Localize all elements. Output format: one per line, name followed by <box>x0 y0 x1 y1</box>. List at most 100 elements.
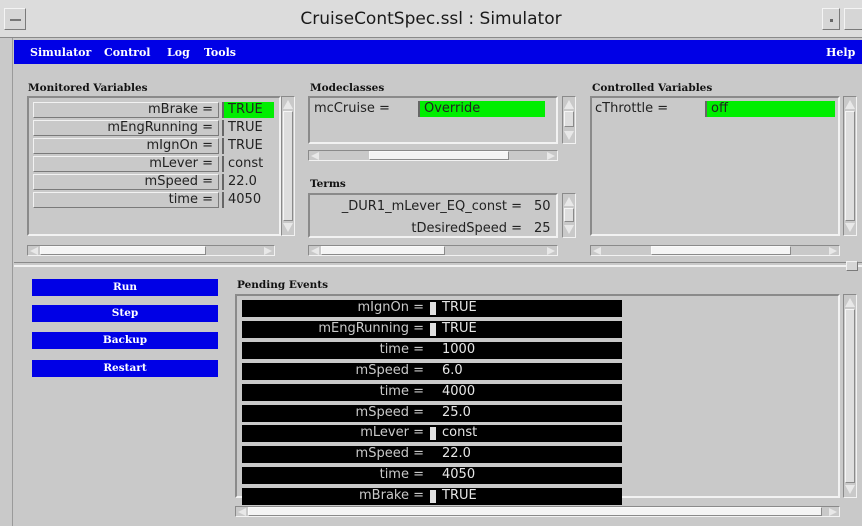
monitored-vertical-scrollbar[interactable] <box>281 96 295 236</box>
scroll-up-icon[interactable] <box>283 100 293 109</box>
menu-bar: Simulator Control Log Tools Help <box>14 40 862 64</box>
controlled-variables-label: Controlled Variables <box>592 82 713 94</box>
menu-tools[interactable]: Tools <box>204 46 236 59</box>
term-value: 50 <box>534 199 551 214</box>
scroll-up-icon[interactable] <box>845 100 855 109</box>
pending-event-value: 25.0 <box>442 404 471 420</box>
pending-horizontal-scrollbar[interactable] <box>235 506 840 517</box>
monitored-var-name: mEngRunning = <box>33 120 219 136</box>
pending-event-value: 4000 <box>442 383 476 399</box>
term-value: 25 <box>534 221 551 236</box>
scroll-thumb[interactable] <box>845 111 855 221</box>
scroll-up-icon[interactable] <box>845 298 855 307</box>
menu-simulator[interactable]: Simulator <box>30 46 91 59</box>
scroll-right-icon[interactable] <box>829 508 837 516</box>
scroll-right-icon[interactable] <box>829 247 837 255</box>
scroll-left-icon[interactable] <box>238 508 246 516</box>
pending-event-row[interactable]: time = 4050 <box>242 467 622 485</box>
pending-event-row[interactable]: mSpeed = 25.0 <box>242 404 622 422</box>
pending-event-row[interactable]: mSpeed = 22.0 <box>242 446 622 464</box>
scroll-right-icon[interactable] <box>547 152 555 160</box>
pending-events-label: Pending Events <box>237 279 329 291</box>
pending-event-value: 4050 <box>442 467 476 483</box>
menu-control[interactable]: Control <box>104 46 150 59</box>
scroll-down-icon[interactable] <box>564 225 574 234</box>
pending-event-name: mSpeed = <box>355 446 424 462</box>
pending-event-value: 6.0 <box>442 362 463 378</box>
monitored-var-name: mLever = <box>33 156 219 172</box>
monitored-var-name: time = <box>33 192 219 208</box>
minimize-button[interactable] <box>822 8 840 30</box>
pending-event-name: time = <box>379 383 424 399</box>
run-button[interactable]: Run <box>32 279 218 296</box>
scroll-thumb[interactable] <box>40 246 206 255</box>
step-button[interactable]: Step <box>32 305 218 322</box>
scroll-right-icon[interactable] <box>547 247 555 255</box>
scroll-thumb[interactable] <box>564 208 574 222</box>
modeclasses-horizontal-scrollbar[interactable] <box>308 150 558 161</box>
monitored-var-value: TRUE <box>222 102 274 118</box>
pending-event-name: mBrake = <box>359 488 424 504</box>
scroll-left-icon[interactable] <box>30 247 38 255</box>
pending-event-row[interactable]: mIgnOn = TRUE <box>242 300 622 317</box>
pending-event-value: 1000 <box>442 341 476 357</box>
scroll-up-icon[interactable] <box>564 100 574 109</box>
scroll-left-icon[interactable] <box>311 247 319 255</box>
pending-event-name: time = <box>379 467 424 483</box>
monitored-var-value: TRUE <box>222 120 274 136</box>
monitored-var-name: mSpeed = <box>33 174 219 190</box>
term-name: _DUR1_mLever_EQ_const = <box>341 199 522 214</box>
window-frame-left <box>0 38 13 526</box>
controlled-horizontal-scrollbar[interactable] <box>590 245 840 256</box>
pending-event-name: time = <box>379 341 424 357</box>
scroll-thumb[interactable] <box>845 309 855 483</box>
scroll-down-icon[interactable] <box>283 223 293 232</box>
scroll-thumb[interactable] <box>248 507 822 516</box>
monitored-var-value: const <box>222 156 274 172</box>
scroll-thumb[interactable] <box>283 111 293 221</box>
scroll-down-icon[interactable] <box>845 223 855 232</box>
scroll-left-icon[interactable] <box>593 247 601 255</box>
pending-event-row[interactable]: time = 1000 <box>242 341 622 359</box>
menu-help[interactable]: Help <box>826 46 855 59</box>
pending-event-value: TRUE <box>442 320 477 336</box>
scroll-thumb[interactable] <box>564 111 574 127</box>
scroll-left-icon[interactable] <box>311 152 319 160</box>
pending-event-name: mLever = <box>360 425 424 441</box>
pending-event-row[interactable]: mBrake = TRUE <box>242 488 622 506</box>
scroll-thumb[interactable] <box>369 151 509 160</box>
monitored-var-value: 4050 <box>222 192 274 208</box>
scroll-thumb[interactable] <box>321 246 445 255</box>
terms-vertical-scrollbar[interactable] <box>562 193 576 238</box>
restart-button[interactable]: Restart <box>32 360 218 377</box>
monitored-var-name: mBrake = <box>33 102 219 118</box>
pane-divider[interactable] <box>14 262 862 267</box>
menu-log[interactable]: Log <box>167 46 190 59</box>
pending-event-value: TRUE <box>442 488 477 504</box>
pending-event-row[interactable]: mSpeed = 6.0 <box>242 362 622 380</box>
modeclasses-vertical-scrollbar[interactable] <box>562 96 576 144</box>
term-name: tDesiredSpeed = <box>411 221 522 236</box>
title-bar: CruiseContSpec.ssl : Simulator <box>0 0 862 38</box>
controlled-vertical-scrollbar[interactable] <box>843 96 857 236</box>
pending-event-row[interactable]: mLever = const <box>242 425 622 443</box>
backup-button[interactable]: Backup <box>32 332 218 349</box>
maximize-button[interactable] <box>844 8 862 30</box>
monitored-var-name: mIgnOn = <box>33 138 219 154</box>
scroll-thumb[interactable] <box>651 246 791 255</box>
pending-vertical-scrollbar[interactable] <box>843 294 857 498</box>
pane-sash-handle[interactable] <box>846 261 858 271</box>
pending-event-row[interactable]: mEngRunning = TRUE <box>242 320 622 338</box>
monitored-variables-label: Monitored Variables <box>28 82 148 94</box>
pending-event-name: mSpeed = <box>355 404 424 420</box>
terms-label: Terms <box>310 178 346 190</box>
controlled-var-value: off <box>705 101 835 117</box>
terms-horizontal-scrollbar[interactable] <box>308 245 558 256</box>
pending-event-name: mIgnOn = <box>357 300 425 315</box>
scroll-down-icon[interactable] <box>564 131 574 140</box>
scroll-right-icon[interactable] <box>264 247 272 255</box>
scroll-up-icon[interactable] <box>564 197 574 206</box>
monitored-horizontal-scrollbar[interactable] <box>27 245 275 256</box>
pending-event-row[interactable]: time = 4000 <box>242 383 622 401</box>
scroll-down-icon[interactable] <box>845 485 855 494</box>
